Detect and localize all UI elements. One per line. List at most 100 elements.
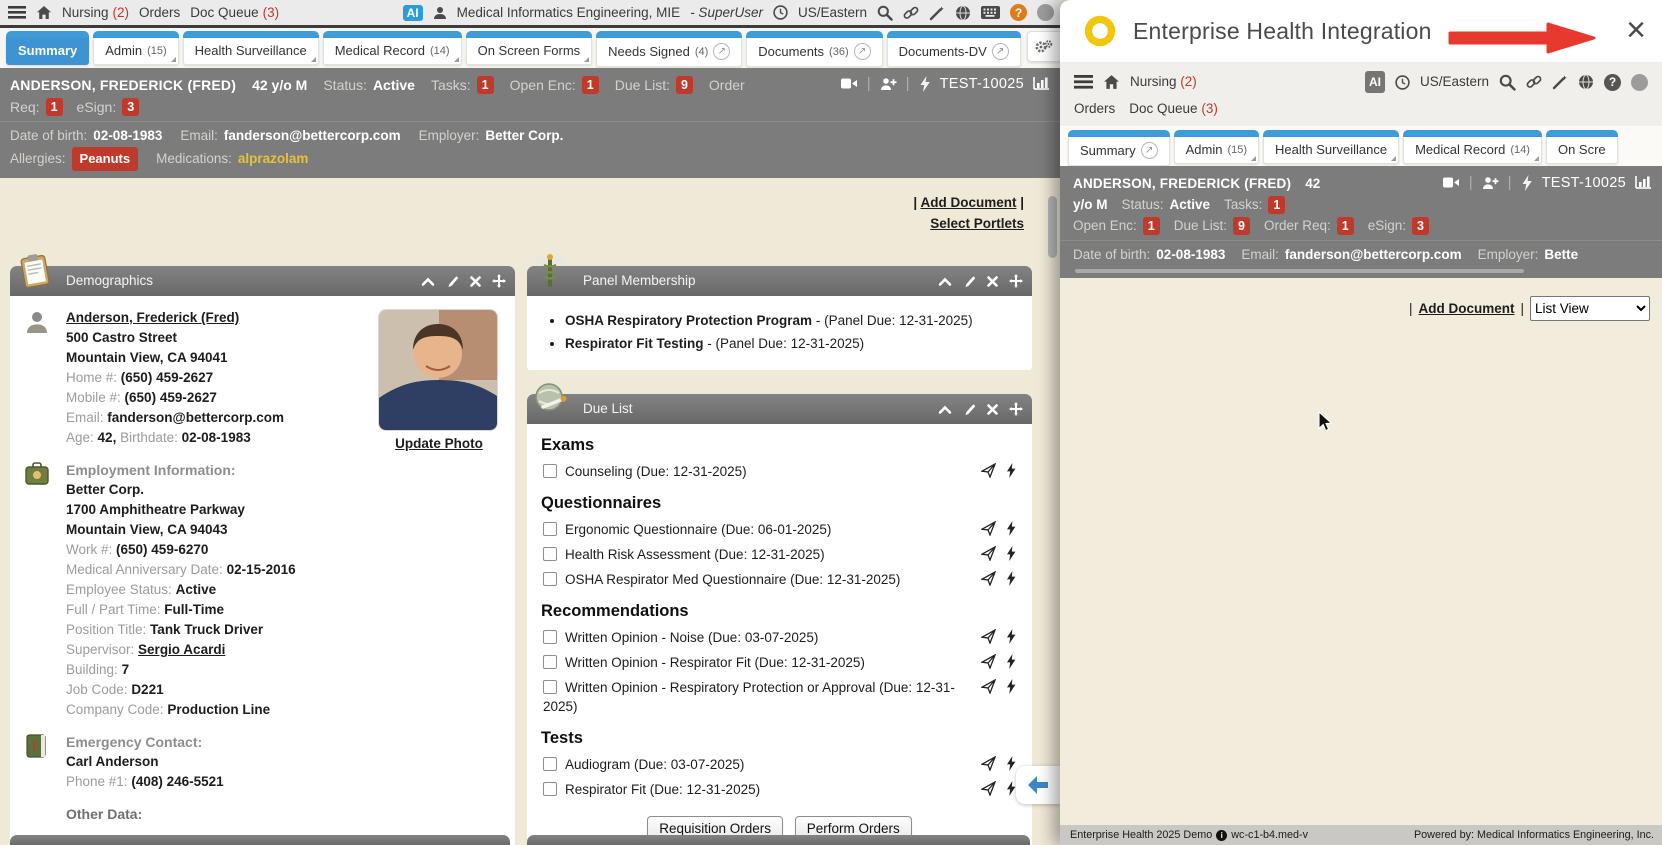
- edit-icon[interactable]: [446, 275, 459, 288]
- checkbox[interactable]: [543, 782, 557, 796]
- timezone-label[interactable]: US/Eastern: [798, 5, 867, 20]
- collapse-icon[interactable]: [421, 276, 435, 287]
- patient-name[interactable]: ANDERSON, FREDERICK (FRED): [10, 74, 236, 96]
- ai-badge[interactable]: AI: [403, 5, 423, 21]
- open-enc-badge[interactable]: 1: [1143, 217, 1160, 235]
- avatar[interactable]: [1037, 4, 1054, 21]
- ai-badge[interactable]: AI: [1365, 71, 1385, 93]
- external-link-icon[interactable]: ↗: [992, 43, 1009, 60]
- perform-bolt-icon[interactable]: [1006, 546, 1016, 561]
- wand-icon[interactable]: [1552, 74, 1568, 90]
- checkbox[interactable]: [543, 547, 557, 561]
- help-icon[interactable]: ?: [1010, 4, 1027, 21]
- quick-action-bolt-icon[interactable]: [1521, 175, 1533, 191]
- tab-health-surveillance[interactable]: Health Surveillance: [183, 31, 319, 65]
- chart-id[interactable]: TEST-10025: [940, 76, 1024, 92]
- keyboard-icon[interactable]: [981, 6, 1000, 19]
- tab-medical-record[interactable]: Medical Record(14): [323, 31, 462, 65]
- info-icon[interactable]: i: [1216, 830, 1227, 841]
- home-icon[interactable]: [36, 5, 52, 20]
- select-portlets-link[interactable]: Select Portlets: [930, 216, 1024, 231]
- move-icon[interactable]: [1009, 274, 1023, 288]
- link-icon[interactable]: [903, 5, 919, 21]
- send-icon[interactable]: [981, 679, 996, 694]
- quick-action-bolt-icon[interactable]: [919, 76, 931, 92]
- edit-icon[interactable]: [963, 403, 976, 416]
- menu-icon[interactable]: [8, 6, 26, 19]
- close-panel-icon[interactable]: ×: [1626, 8, 1646, 52]
- tab-summary[interactable]: Summary↗: [1068, 130, 1170, 166]
- update-photo-link[interactable]: Update Photo: [395, 436, 483, 451]
- send-icon[interactable]: [981, 629, 996, 644]
- nav-nursing[interactable]: Nursing (2): [1130, 72, 1197, 92]
- edit-icon[interactable]: [963, 275, 976, 288]
- tab-on-screen-forms[interactable]: On Screen Forms: [466, 31, 593, 65]
- esign-badge[interactable]: 3: [122, 98, 139, 116]
- nav-orders[interactable]: Orders: [1074, 99, 1115, 119]
- nav-doc-queue[interactable]: Doc Queue (3): [1129, 99, 1218, 119]
- nav-nursing[interactable]: Nursing(2): [62, 5, 129, 20]
- external-link-icon[interactable]: ↗: [1141, 142, 1158, 159]
- tab-on-screen-forms[interactable]: On Scre: [1546, 130, 1618, 164]
- allergy-badge[interactable]: Peanuts: [72, 147, 139, 171]
- external-link-icon[interactable]: ↗: [713, 43, 730, 60]
- video-visit-icon[interactable]: [841, 77, 858, 90]
- search-icon[interactable]: [1499, 74, 1516, 91]
- checkbox[interactable]: [543, 522, 557, 536]
- timezone-label[interactable]: US/Eastern: [1420, 72, 1489, 92]
- perform-bolt-icon[interactable]: [1006, 654, 1016, 669]
- order-req-badge[interactable]: 1: [46, 98, 63, 116]
- send-icon[interactable]: [981, 521, 996, 536]
- vertical-scrollbar[interactable]: [1048, 196, 1057, 258]
- tab-settings-button[interactable]: [1027, 31, 1062, 62]
- perform-bolt-icon[interactable]: [1006, 629, 1016, 644]
- checkbox[interactable]: [543, 630, 557, 644]
- collapse-icon[interactable]: [938, 404, 952, 415]
- send-icon[interactable]: [981, 571, 996, 586]
- medication-value[interactable]: alprazolam: [238, 148, 309, 170]
- checkbox[interactable]: [543, 572, 557, 586]
- esign-badge[interactable]: 3: [1412, 217, 1429, 235]
- send-icon[interactable]: [981, 756, 996, 771]
- order-req-badge[interactable]: 1: [1337, 217, 1354, 235]
- close-icon[interactable]: [987, 276, 998, 287]
- perform-bolt-icon[interactable]: [1006, 463, 1016, 478]
- due-list-badge[interactable]: 9: [1233, 217, 1250, 235]
- supervisor-link[interactable]: Sergio Acardi: [138, 642, 225, 657]
- tab-medical-record[interactable]: Medical Record(14): [1403, 130, 1542, 164]
- close-icon[interactable]: [470, 276, 481, 287]
- add-person-icon[interactable]: [1482, 176, 1499, 190]
- close-icon[interactable]: [987, 404, 998, 415]
- tasks-badge[interactable]: 1: [1268, 196, 1285, 214]
- tab-needs-signed[interactable]: Needs Signed(4)↗: [596, 31, 742, 67]
- view-mode-select[interactable]: List View: [1530, 296, 1650, 321]
- tab-health-surveillance[interactable]: Health Surveillance: [1263, 130, 1399, 164]
- checkbox[interactable]: [543, 757, 557, 771]
- perform-bolt-icon[interactable]: [1006, 679, 1016, 694]
- collapse-panel-button[interactable]: [1016, 766, 1060, 804]
- perform-bolt-icon[interactable]: [1006, 781, 1016, 796]
- avatar[interactable]: [1631, 74, 1648, 91]
- search-icon[interactable]: [877, 5, 893, 21]
- perform-bolt-icon[interactable]: [1006, 756, 1016, 771]
- chart-stats-icon[interactable]: [1635, 175, 1652, 190]
- horizontal-scrollbar[interactable]: [1075, 269, 1524, 273]
- move-icon[interactable]: [492, 274, 506, 288]
- checkbox[interactable]: [543, 464, 557, 478]
- patient-name[interactable]: ANDERSON, FREDERICK (FRED): [1073, 173, 1291, 194]
- external-link-icon[interactable]: ↗: [854, 43, 871, 60]
- checkbox[interactable]: [543, 655, 557, 669]
- add-document-link[interactable]: Add Document: [920, 195, 1016, 210]
- send-icon[interactable]: [981, 546, 996, 561]
- chart-id[interactable]: TEST-10025: [1542, 175, 1626, 191]
- globe-icon[interactable]: [955, 5, 971, 21]
- tasks-badge[interactable]: 1: [477, 76, 494, 94]
- link-icon[interactable]: [1526, 74, 1542, 90]
- checkbox[interactable]: [543, 680, 557, 694]
- move-icon[interactable]: [1009, 402, 1023, 416]
- tab-documents-dv[interactable]: Documents-DV↗: [887, 31, 1021, 67]
- nav-orders[interactable]: Orders: [139, 5, 180, 20]
- send-icon[interactable]: [981, 463, 996, 478]
- help-icon[interactable]: ?: [1604, 74, 1621, 91]
- send-icon[interactable]: [981, 781, 996, 796]
